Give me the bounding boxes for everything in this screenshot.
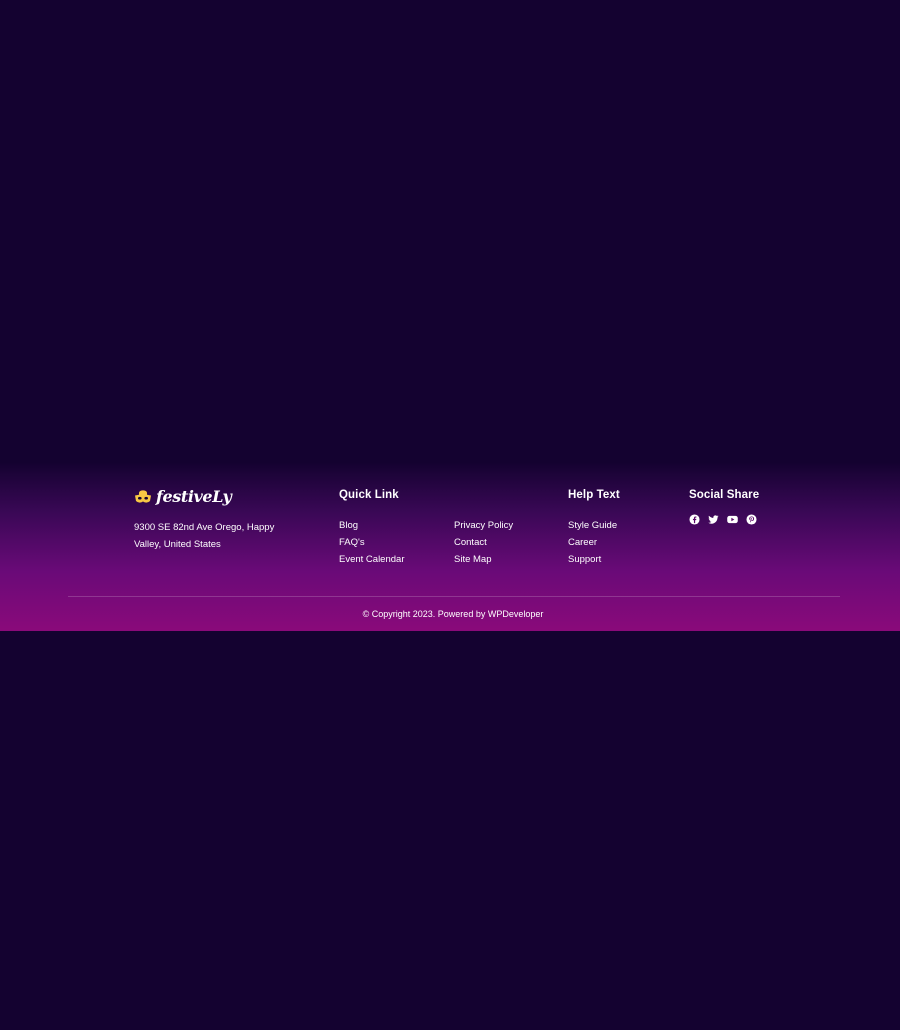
footer-link-support[interactable]: Support [568,551,617,568]
logo-wordmark: festiveLy [156,487,232,506]
wpdeveloper-link[interactable]: WPDeveloper [488,609,544,619]
quick-link-list-2: Privacy Policy Contact Site Map [454,517,513,568]
social-share-icons [689,514,757,525]
footer-link-career[interactable]: Career [568,534,617,551]
facebook-icon[interactable] [689,514,700,525]
footer-address: 9300 SE 82nd Ave Orego, Happy Valley, Un… [134,522,275,550]
quick-link-heading: Quick Link [339,489,399,501]
footer-logo[interactable]: festiveLy [134,487,304,507]
footer-link-faqs[interactable]: FAQ's [339,534,404,551]
footer-link-event-calendar[interactable]: Event Calendar [339,551,404,568]
mask-icon [134,488,152,506]
footer-link-privacy-policy[interactable]: Privacy Policy [454,517,513,534]
copyright-prefix: © Copyright 2023. Powered by [362,609,488,619]
social-share-heading: Social Share [689,489,760,501]
footer-divider [68,596,840,597]
quick-link-list-1: Blog FAQ's Event Calendar [339,517,404,568]
footer-brand: festiveLy 9300 SE 82nd Ave Orego, Happy … [134,487,304,553]
twitter-icon[interactable] [708,514,719,525]
footer-link-blog[interactable]: Blog [339,517,404,534]
copyright-text: © Copyright 2023. Powered by WPDeveloper [0,607,900,621]
pinterest-icon[interactable] [746,514,757,525]
help-text-heading: Help Text [568,489,620,501]
footer-link-style-guide[interactable]: Style Guide [568,517,617,534]
footer-link-site-map[interactable]: Site Map [454,551,513,568]
help-text-list: Style Guide Career Support [568,517,617,568]
footer-link-contact[interactable]: Contact [454,534,513,551]
youtube-icon[interactable] [727,514,738,525]
